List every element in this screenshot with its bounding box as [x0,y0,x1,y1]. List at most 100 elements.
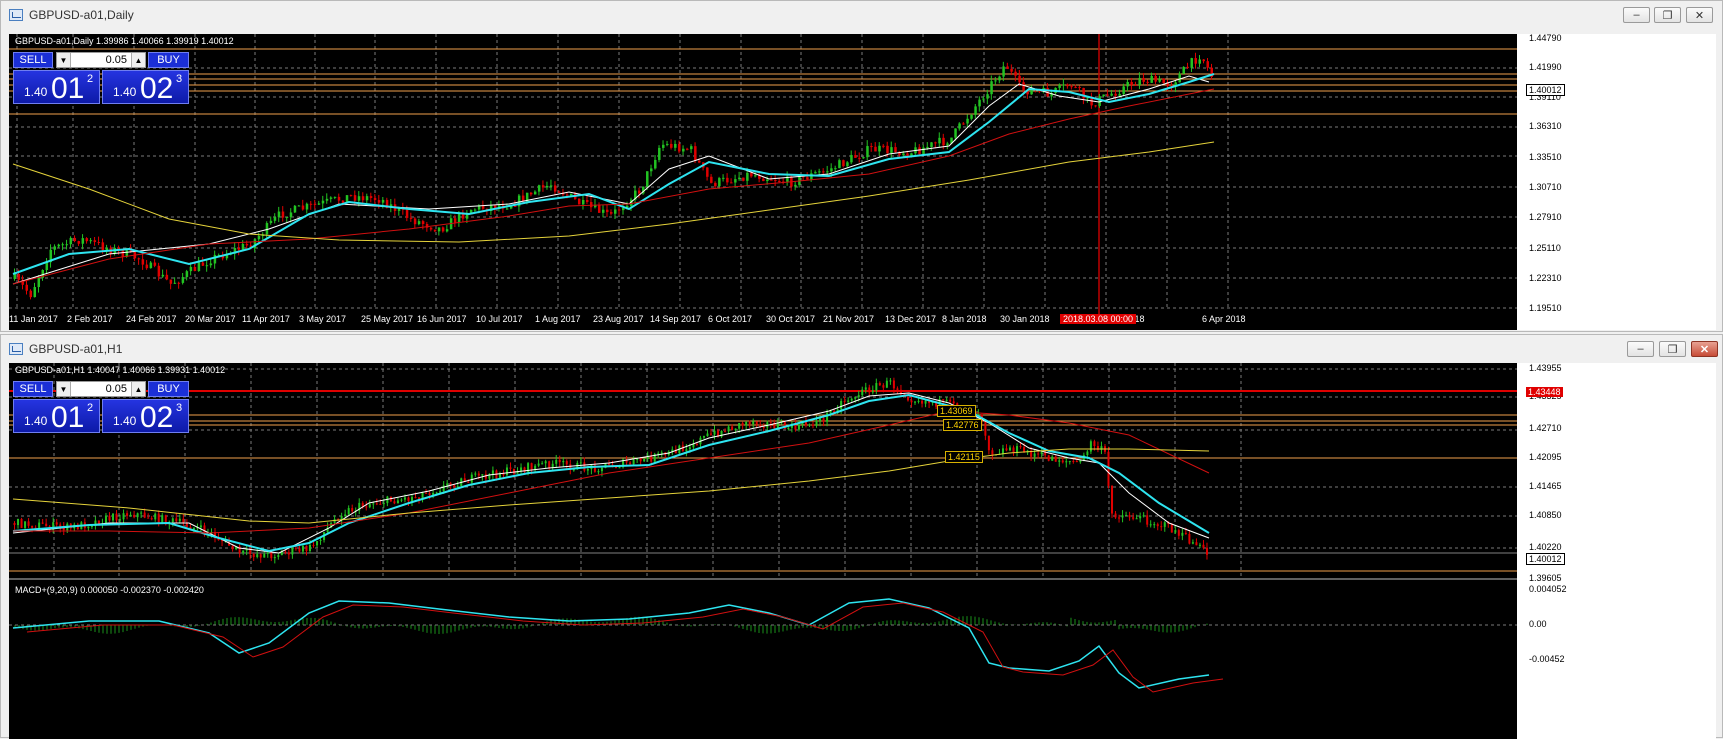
lot-decrease-icon[interactable]: ▼ [57,53,71,67]
candle-body [256,554,259,558]
ma-long-line [12,141,1215,243]
candle-body [1150,75,1153,83]
candle-body [1184,532,1187,534]
candle-body [600,467,603,472]
buy-button[interactable]: BUY [148,381,189,397]
candle-body [93,240,97,243]
candle-body [1089,441,1092,452]
candle-body [819,418,822,422]
candle-body [834,168,837,170]
minimize-button[interactable]: – [1623,7,1650,23]
lot-increase-icon[interactable]: ▲ [131,53,145,67]
h1-chart[interactable] [9,363,1716,739]
candle-body [242,550,245,554]
lot-size-value[interactable]: 0.05 [106,54,127,66]
candle-body [585,200,589,203]
candle-body [695,443,698,445]
candle-body [1058,85,1061,88]
price-axis-label: 1.36310 [1529,121,1562,131]
lot-size-field[interactable]: ▼ 0.05 ▲ [56,381,146,397]
time-axis-label: 2 Feb 2017 [67,314,113,324]
candle-body [688,447,691,450]
ask-price-prefix: 1.40 [113,414,137,428]
candle-body [745,422,748,426]
lot-size-field[interactable]: ▼ 0.05 ▲ [56,52,146,68]
candle-body [882,145,885,147]
close-button[interactable]: ✕ [1691,341,1718,357]
ask-price-button[interactable]: 1.40 02 3 [102,399,189,434]
candle-body [1065,461,1068,463]
candle-body [1061,460,1064,463]
candle-body [639,457,642,462]
candle-body [368,504,371,508]
candle-body [618,209,621,211]
candle-body [886,145,889,153]
candle-body [1156,524,1159,527]
price-axis-label: 1.39605 [1529,573,1562,583]
lot-increase-icon[interactable]: ▲ [131,382,145,396]
price-axis-label: 1.27910 [1529,212,1562,222]
candle-body [373,197,377,201]
candle-body [425,492,428,494]
candle-body [991,450,994,455]
candle-body [317,203,321,205]
candle-body [1132,517,1135,519]
one-click-trading-panel: SELL ▼ 0.05 ▲ BUY 1.40 01 2 1.40 02 3 [13,52,189,108]
candle-body [794,184,797,187]
bid-price-button[interactable]: 1.40 01 2 [13,70,100,105]
restore-button[interactable]: ❐ [1654,7,1681,23]
candle-body [918,147,921,155]
h1-chart-area[interactable]: GBPUSD-a01,H1 1.40047 1.40066 1.39931 1.… [9,363,1716,739]
window-titlebar[interactable]: GBPUSD-a01,Daily [1,1,1722,29]
chart-window-h1[interactable]: GBPUSD-a01,H1 – ❐ ✕ GBPUSD-a01,H1 1.4004… [0,334,1723,739]
close-button[interactable]: ✕ [1686,7,1713,23]
time-axis-label: 6 Apr 2018 [1202,314,1246,324]
candle-body [854,397,857,399]
candle-body [205,265,209,267]
candle-body [209,263,213,266]
time-axis-label: 14 Sep 2017 [650,314,702,324]
lot-size-value[interactable]: 0.05 [106,383,127,395]
candle-body [161,515,164,524]
candle-body [1198,544,1201,546]
restore-button[interactable]: ❐ [1659,341,1686,357]
candle-body [57,244,61,247]
buy-button[interactable]: BUY [148,52,189,68]
candle-body [273,217,277,221]
candle-body [421,221,425,225]
sell-button[interactable]: SELL [13,52,53,68]
candle-body [882,385,885,388]
ask-price-button[interactable]: 1.40 02 3 [102,70,189,105]
candle-body [731,426,734,431]
time-axis-label: 11 Apr 2017 [242,314,290,324]
candle-body [1190,58,1193,68]
candle-body [586,469,589,471]
bid-price-pips: 01 [51,72,85,105]
daily-chart[interactable] [9,34,1716,330]
candle-body [607,463,610,465]
macd-axis-label: -0.00452 [1529,654,1565,664]
candle-body [1139,516,1142,519]
candle-body [970,114,973,119]
candle-body [321,200,325,204]
candle-body [1110,93,1113,96]
candle-body [407,497,410,502]
minimize-button[interactable]: – [1627,341,1654,357]
candle-body [565,461,568,465]
candle-body [161,274,165,277]
candle-body [1118,517,1121,519]
candle-body [20,518,23,528]
candle-body [265,223,269,235]
window-titlebar[interactable]: GBPUSD-a01,H1 [1,335,1722,363]
candle-body [1202,544,1205,548]
chart-window-daily[interactable]: GBPUSD-a01,Daily – ❐ ✕ GBPUSD-a01,Daily … [0,0,1723,332]
sell-button[interactable]: SELL [13,381,53,397]
candle-body [553,185,557,192]
chart-window-icon [9,9,23,21]
candle-body [81,238,85,244]
daily-chart-area[interactable]: GBPUSD-a01,Daily 1.39986 1.40066 1.39919… [9,34,1716,330]
candle-body [289,212,293,218]
lot-decrease-icon[interactable]: ▼ [57,382,71,396]
candle-body [730,182,733,184]
bid-price-button[interactable]: 1.40 01 2 [13,399,100,434]
